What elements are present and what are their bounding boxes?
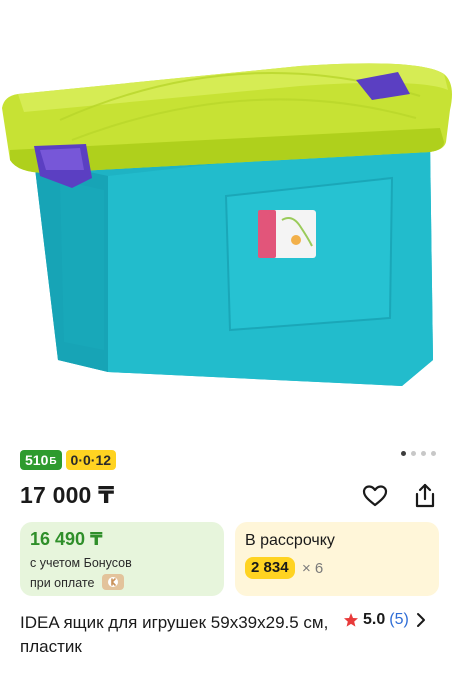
share-icon[interactable] [411,482,439,510]
product-rating[interactable]: 5.0 (5) [343,611,427,629]
product-price: 17 000 ₸ [20,482,115,508]
chevron-right-icon[interactable] [415,612,427,628]
bonus-note: с учетом Бонусов [30,556,132,570]
product-image[interactable] [0,0,458,440]
bonus-currency: Б [49,456,57,467]
bonus-badge-value: 510 [25,452,49,468]
promo-badges: 510Б 0·0·12 [20,450,117,470]
installment-title: В рассрочку [245,532,335,549]
reviews-count-link[interactable]: (5) [389,611,409,629]
pager-dot[interactable] [421,451,426,456]
product-title: IDEA ящик для игрушек 59x39x29.5 см, пла… [20,613,329,656]
pay-note-text: при оплате [30,576,95,590]
pager-dot[interactable] [411,451,416,456]
storage-box-illustration [2,63,452,386]
bonus-note-pay: при оплате [30,574,124,590]
bonus-badge: 510Б [20,450,62,470]
pager-dot[interactable] [431,451,436,456]
bonus-price: 16 490 ₸ [30,529,103,549]
heart-icon[interactable] [361,482,389,510]
kaspi-pay-icon [101,574,124,590]
pager-dot[interactable] [401,451,406,456]
installment-months: × 6 [302,560,324,577]
rating-value: 5.0 [363,611,386,628]
image-pager[interactable] [401,451,436,456]
installment-amount: 2 834 [245,557,295,579]
bonus-price-card[interactable]: 16 490 ₸ с учетом Бонусов при оплате [20,522,224,596]
product-page: 510Б 0·0·12 17 000 ₸ 16 490 ₸ с учетом Б… [0,0,458,699]
pay-glyph [107,577,118,587]
installment-card[interactable]: В рассрочку 2 834 × 6 [235,522,439,596]
star-icon [344,613,358,627]
installment-badge: 0·0·12 [65,450,117,470]
